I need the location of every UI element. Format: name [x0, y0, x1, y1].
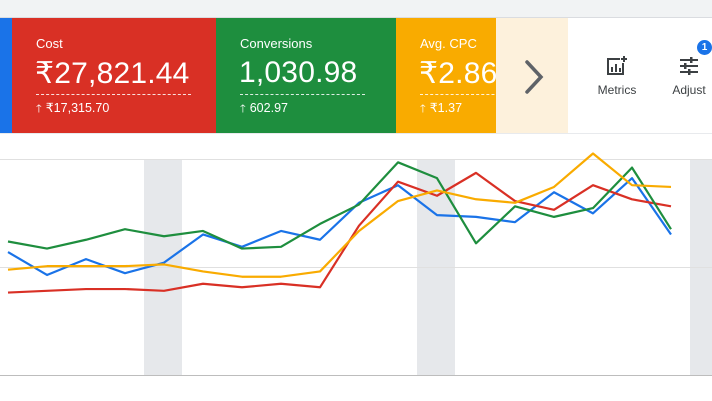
card-divider — [36, 94, 191, 95]
card-value: ₹2.86 — [419, 57, 496, 90]
metrics-button[interactable]: Metrics — [582, 55, 652, 105]
card-title: Conversions — [240, 36, 313, 51]
add-chart-icon — [607, 55, 628, 75]
card-divider — [420, 94, 496, 95]
card-change-value: ₹1.37 — [429, 101, 463, 115]
card-value: 1,030.98 — [239, 56, 358, 89]
arrow-up-icon: 🡑 — [420, 103, 426, 115]
card-title: Avg. CPC — [420, 36, 477, 51]
card-divider — [240, 94, 365, 95]
adjust-label: Adjust — [672, 83, 706, 97]
top-strip — [0, 0, 712, 18]
metrics-label: Metrics — [597, 83, 637, 97]
conversions-card[interactable]: Conversions 1,030.98 🡑 602.97 — [216, 18, 396, 133]
adjust-button[interactable]: Adjust — [654, 55, 712, 105]
tune-sliders-icon — [680, 57, 698, 75]
card-change: 🡑 602.97 — [240, 100, 288, 119]
series-line[interactable] — [7, 161, 672, 250]
arrow-up-icon: 🡑 — [240, 103, 246, 115]
cards-separator — [0, 133, 712, 134]
arrow-up-icon: 🡑 — [36, 103, 42, 115]
clicks-card-edge[interactable] — [0, 18, 12, 133]
chevron-right-icon[interactable] — [520, 58, 548, 96]
card-value: ₹27,821.44 — [35, 57, 190, 90]
card-title: Cost — [36, 36, 63, 51]
series-line[interactable] — [7, 177, 672, 277]
card-change-value: ₹17,315.70 — [45, 101, 110, 115]
avg-cpc-card[interactable]: Avg. CPC ₹2.86 🡑 ₹1.37 — [396, 18, 496, 133]
performance-line-chart — [0, 152, 712, 376]
card-change-value: 602.97 — [249, 101, 288, 115]
cost-card[interactable]: Cost ₹27,821.44 🡑 ₹17,315.70 — [12, 18, 216, 133]
card-change: 🡑 ₹17,315.70 — [36, 100, 109, 119]
notification-badge: 1 — [697, 40, 712, 55]
series-line[interactable] — [7, 171, 672, 294]
card-change: 🡑 ₹1.37 — [420, 100, 462, 119]
